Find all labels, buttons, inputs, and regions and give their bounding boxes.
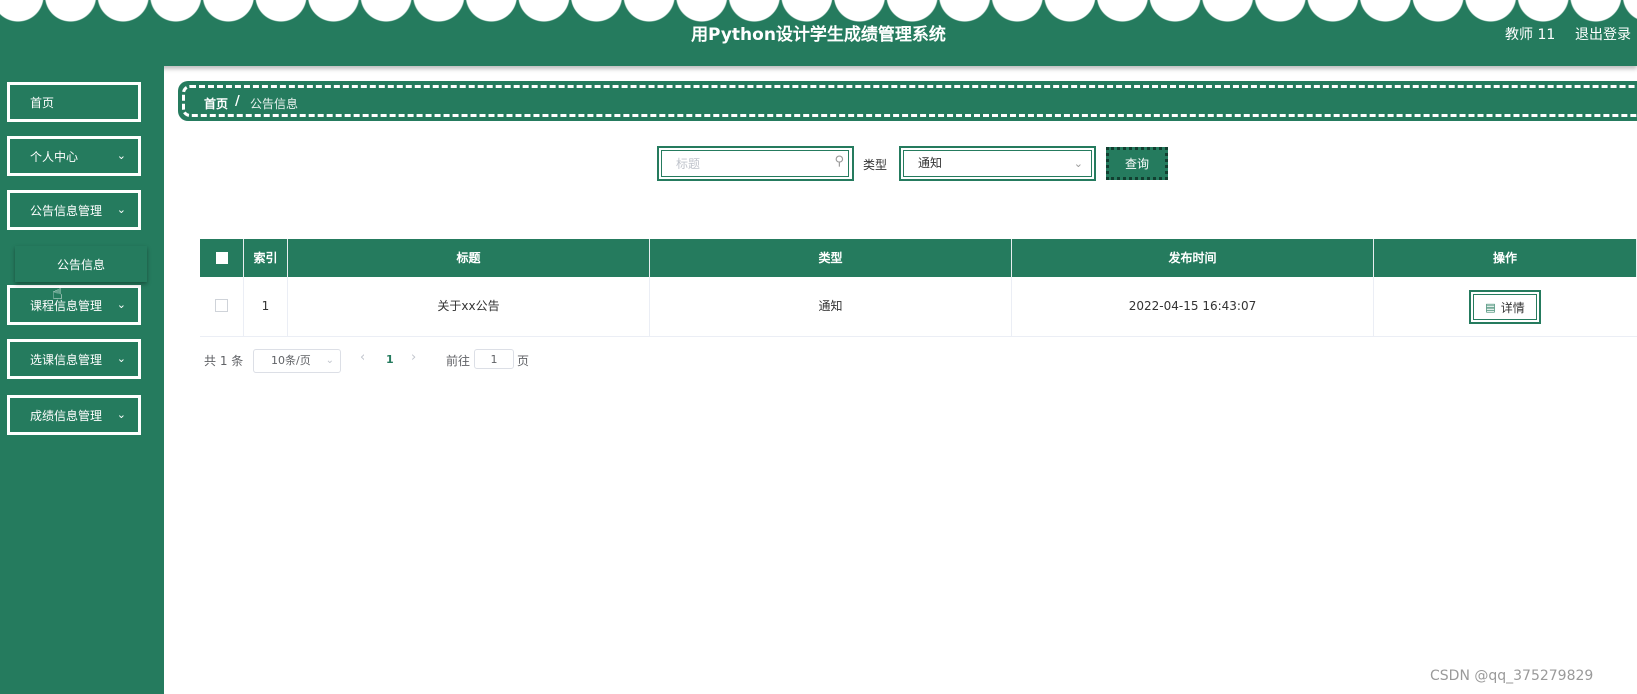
- sidebar-item-label: 个人中心: [30, 149, 79, 164]
- column-header-actions: 操作: [1374, 239, 1637, 277]
- sidebar-item-course-management[interactable]: 课程信息管理 ⌄: [7, 285, 141, 325]
- type-label: 类型: [863, 158, 888, 172]
- sidebar-item-label: 课程信息管理: [30, 298, 103, 313]
- page-size-value: 10条/页: [271, 354, 311, 367]
- query-button[interactable]: 查询: [1106, 147, 1168, 180]
- breadcrumb-separator: /: [235, 94, 240, 109]
- sidebar-item-label: 首页: [30, 95, 55, 110]
- page-number-current[interactable]: 1: [386, 353, 394, 366]
- sidebar-item-label: 成绩信息管理: [30, 408, 103, 423]
- watermark: CSDN @qq_375279829: [1430, 668, 1594, 684]
- checkbox-icon[interactable]: [215, 299, 228, 312]
- sidebar-item-label: 公告信息管理: [30, 203, 103, 218]
- search-icon: ⚲: [834, 154, 844, 169]
- sidebar-item-grade-management[interactable]: 成绩信息管理 ⌄: [7, 395, 141, 435]
- type-select-wrapper: 通知 ⌄: [899, 146, 1096, 181]
- detail-button-label: 详情: [1500, 300, 1525, 315]
- type-select[interactable]: 通知 ⌄: [903, 150, 1092, 177]
- sidebar-item-selection-management[interactable]: 选课信息管理 ⌄: [7, 339, 141, 379]
- table-row: 1 关于xx公告 通知 2022-04-15 16:43:07: [200, 277, 1637, 337]
- column-header-type: 类型: [650, 239, 1012, 277]
- chevron-down-icon: ⌄: [116, 298, 126, 311]
- page-size-select[interactable]: 10条/页 ⌄: [253, 349, 341, 373]
- sidebar-item-notice-management[interactable]: 公告信息管理 ⌄: [7, 190, 141, 230]
- app-title: 用Python设计学生成绩管理系统: [691, 25, 946, 45]
- page-unit-label: 页: [517, 354, 530, 368]
- chevron-down-icon: ⌄: [116, 408, 126, 421]
- cell-published: 2022-04-15 16:43:07: [1012, 277, 1374, 336]
- next-page-icon[interactable]: ›: [411, 350, 416, 365]
- sidebar-subitem-notice-info[interactable]: 公告信息: [15, 246, 147, 282]
- sidebar-item-home[interactable]: 首页: [7, 82, 141, 122]
- hand-cursor-icon: ☝: [52, 283, 63, 304]
- document-icon: ▤: [1485, 300, 1496, 314]
- table-header: 索引 标题 类型 发布时间 操作: [200, 239, 1637, 277]
- column-header-published: 发布时间: [1012, 239, 1374, 277]
- type-select-value: 通知: [918, 156, 943, 170]
- row-select-cell[interactable]: [200, 277, 244, 336]
- breadcrumb-dashed-border: [182, 85, 1637, 117]
- logout-link[interactable]: 退出登录: [1575, 24, 1631, 44]
- header-select-all[interactable]: [200, 239, 244, 277]
- chevron-down-icon: ⌄: [116, 203, 126, 216]
- breadcrumb-home-link[interactable]: 首页: [204, 95, 228, 112]
- chevron-down-icon: ⌄: [325, 355, 334, 366]
- sidebar-item-label: 选课信息管理: [30, 352, 103, 367]
- top-header: 用Python设计学生成绩管理系统 教师 11 退出登录: [0, 0, 1637, 66]
- cell-title: 关于xx公告: [288, 277, 650, 336]
- column-header-title: 标题: [288, 239, 650, 277]
- breadcrumb: 首页 / 公告信息: [178, 81, 1637, 121]
- detail-button[interactable]: ▤ 详情: [1469, 290, 1541, 324]
- chevron-down-icon: ⌄: [116, 352, 126, 365]
- breadcrumb-current: 公告信息: [250, 97, 299, 111]
- goto-label: 前往: [446, 354, 471, 368]
- sidebar: 首页 个人中心 ⌄ 公告信息管理 ⌄ 课程信息管理 ⌄ 选课信息管理 ⌄ 成绩信…: [0, 66, 164, 694]
- title-search-wrapper: ⚲: [657, 146, 854, 181]
- checkbox-icon: [215, 251, 228, 264]
- column-header-index: 索引: [244, 239, 288, 277]
- chevron-down-icon: ⌄: [1073, 157, 1083, 170]
- cell-index: 1: [244, 277, 288, 336]
- goto-page-input[interactable]: [474, 349, 514, 369]
- chevron-down-icon: ⌄: [116, 149, 126, 162]
- detail-button-inner: ▤ 详情: [1473, 294, 1537, 320]
- sidebar-item-personal-center[interactable]: 个人中心 ⌄: [7, 136, 141, 176]
- prev-page-icon[interactable]: ‹: [360, 350, 365, 365]
- cell-type: 通知: [650, 277, 1012, 336]
- current-user: 教师 11: [1505, 27, 1556, 43]
- title-search-input[interactable]: [661, 150, 849, 177]
- pagination-total: 共 1 条: [204, 354, 244, 368]
